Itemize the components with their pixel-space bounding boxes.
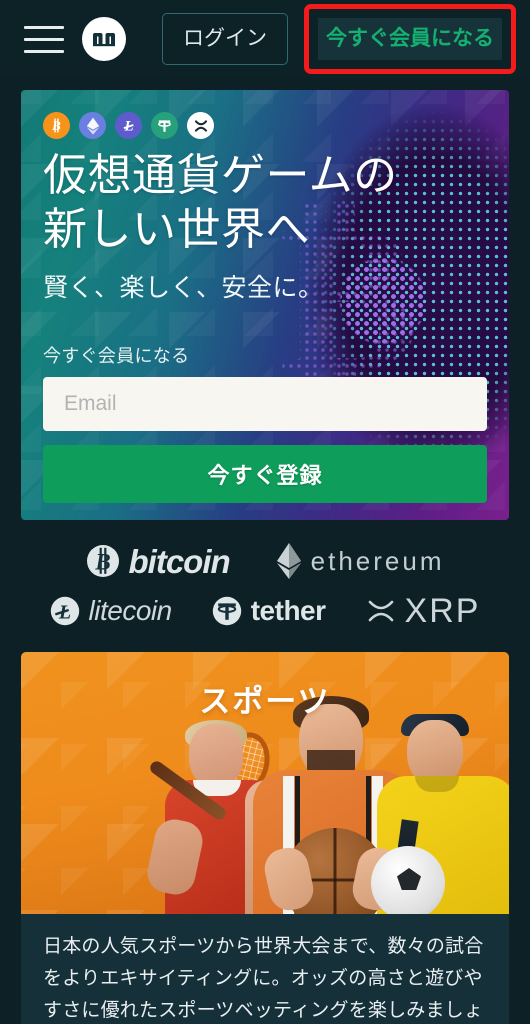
xrp-brand-label: XRP (404, 592, 481, 630)
sports-athletes-photo (21, 696, 509, 914)
sports-banner-image: スポーツ (21, 652, 509, 914)
tether-brand-logo: tether (212, 596, 326, 626)
hero-title: 仮想通貨ゲームの 新しい世界へ (43, 149, 487, 256)
ethereum-brand-label: ethereum (310, 546, 445, 576)
crypto-logo-strip: B bitcoin ethereum L litecoin tether XRP (0, 520, 530, 644)
soccer-ball-icon (371, 846, 445, 914)
site-logo-icon[interactable] (82, 17, 126, 61)
hamburger-bar-3 (24, 49, 64, 53)
tether-brand-label: tether (250, 595, 326, 626)
sports-description: 日本の人気スポーツから世界大会まで、数々の試合をよりエキサイティングに。オッズの… (43, 936, 484, 1021)
email-input[interactable] (43, 377, 487, 432)
xrp-brand-logo: XRP (366, 594, 481, 628)
login-button[interactable]: ログイン (162, 13, 288, 65)
header-left-group (24, 17, 126, 61)
sports-heading: スポーツ (199, 684, 331, 719)
bitcoin-brand-label: bitcoin (128, 542, 231, 580)
mobile-page: ログイン 今すぐ会員になる ₿ B 仮想通貨ゲームの 新しい世界へ 賢く、楽しく… (0, 0, 530, 1024)
crypto-logo-row-2: L litecoin tether XRP (0, 594, 530, 628)
signup-button[interactable]: 今すぐ会員になる (318, 18, 502, 60)
hamburger-bar-1 (24, 25, 64, 29)
xrp-coin-icon (187, 112, 214, 139)
hamburger-bar-2 (24, 37, 64, 41)
bitcoin-coin-icon: B (43, 112, 70, 139)
register-button[interactable]: 今すぐ登録 (43, 445, 487, 504)
sports-card[interactable]: スポーツ 日本の人気スポーツから世界大会まで、数々の試合をよりエキサイティングに… (21, 652, 509, 1024)
hero-banner: ₿ B L (21, 90, 509, 520)
hamburger-menu-icon[interactable] (24, 23, 64, 55)
ethereum-brand-logo: ethereum (276, 542, 445, 580)
ethereum-coin-icon (79, 112, 106, 139)
litecoin-coin-icon: L (115, 112, 142, 139)
header-actions: ログイン 今すぐ会員になる (162, 4, 516, 74)
bitcoin-brand-logo: B bitcoin (86, 542, 231, 580)
signup-highlight-box: 今すぐ会員になる (304, 4, 516, 74)
litecoin-brand-label: litecoin (88, 595, 173, 626)
hero-subtitle: 賢く、楽しく、安全に。 (43, 274, 324, 303)
crypto-logo-row-1: B bitcoin ethereum (0, 542, 530, 580)
svg-text:B: B (94, 550, 110, 575)
hero-title-line-2: 新しい世界へ (43, 204, 310, 254)
athlete-soccer-player (371, 714, 509, 914)
athlete-left-head (189, 724, 243, 788)
svg-text:B: B (51, 118, 61, 133)
litecoin-brand-logo: L litecoin (50, 596, 172, 626)
hero-form-label: 今すぐ会員になる (43, 346, 190, 367)
tether-coin-icon (151, 112, 178, 139)
hero-title-line-1: 仮想通貨ゲームの (43, 151, 398, 200)
hero-content: B L (21, 90, 509, 520)
site-header: ログイン 今すぐ会員になる (0, 0, 530, 78)
hero-coin-icons: B L (43, 112, 487, 139)
